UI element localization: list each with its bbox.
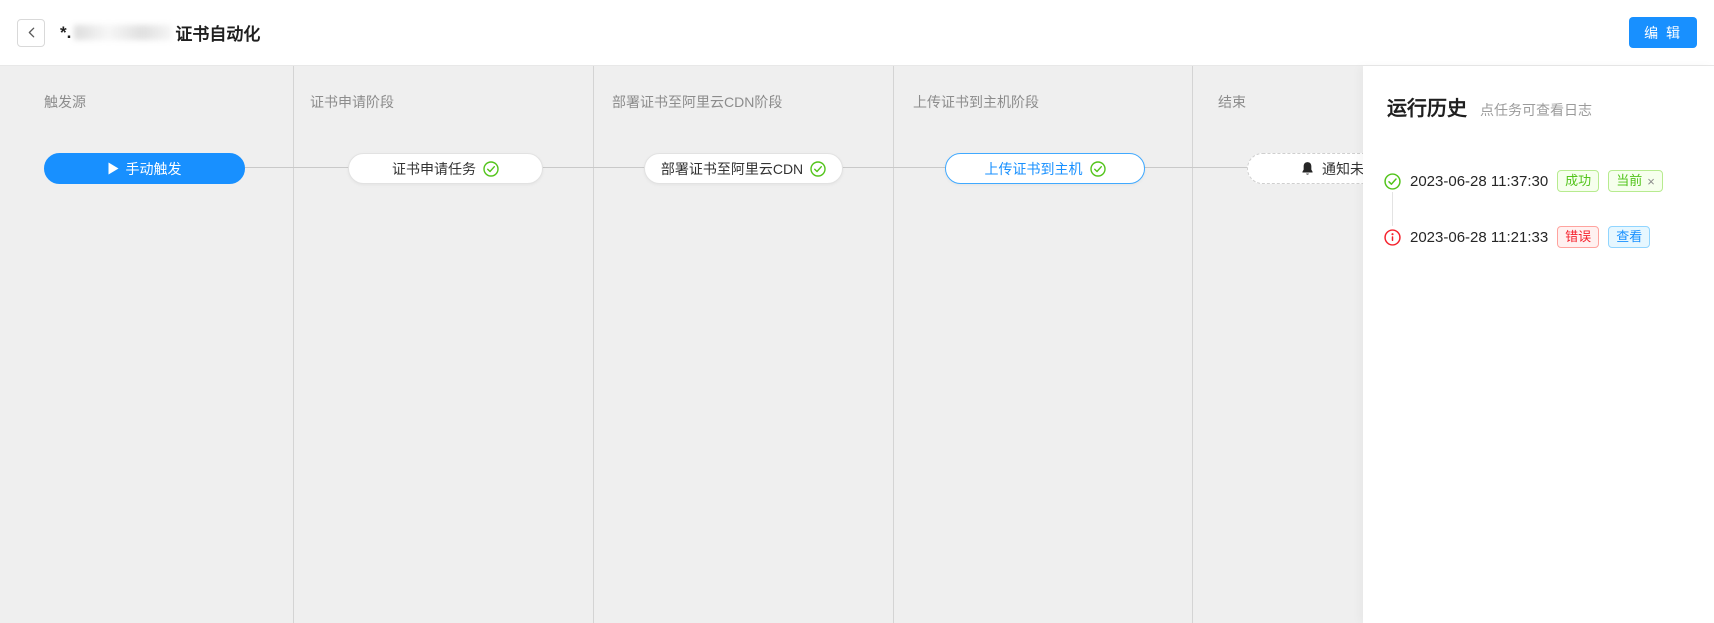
node-label: 部署证书至阿里云CDN [661, 159, 803, 179]
status-badge-error: 错误 [1557, 226, 1599, 248]
column-divider [1192, 66, 1193, 623]
play-icon [108, 162, 119, 175]
column-title-upload-host-stage: 上传证书到主机阶段 [913, 92, 1039, 112]
edit-button[interactable]: 编 辑 [1629, 17, 1697, 48]
history-timestamp: 2023-06-28 11:21:33 [1410, 229, 1548, 246]
node-label: 手动触发 [126, 159, 182, 179]
page-title-prefix: *. [60, 23, 71, 43]
current-run-tag[interactable]: 当前 × [1608, 170, 1663, 192]
current-run-tag-label: 当前 [1616, 172, 1642, 190]
column-title-deploy-cdn-stage: 部署证书至阿里云CDN阶段 [612, 92, 782, 112]
certificate-automation-page: *. 证书自动化 编 辑 触发源 证书申请阶段 部署证书至阿里云CDN阶段 上传… [0, 0, 1714, 623]
check-circle-icon [1384, 173, 1401, 190]
column-title-cert-apply-stage: 证书申请阶段 [310, 92, 394, 112]
column-divider [893, 66, 894, 623]
bell-icon [1300, 161, 1315, 177]
run-history-panel: 运行历史 点任务可查看日志 2023-06-28 11:37:30 成功 当前 … [1363, 66, 1714, 623]
view-log-button[interactable]: 查看 [1608, 226, 1650, 248]
history-entry[interactable]: 2023-06-28 11:21:33 错误 查看 [1384, 226, 1650, 248]
page-header: *. 证书自动化 编 辑 [0, 0, 1714, 66]
back-button[interactable] [17, 19, 45, 47]
history-entry[interactable]: 2023-06-28 11:37:30 成功 当前 × [1384, 170, 1663, 192]
node-upload-host-task[interactable]: 上传证书到主机 [945, 153, 1145, 184]
node-cert-apply-task[interactable]: 证书申请任务 [348, 153, 543, 184]
close-icon[interactable]: × [1647, 175, 1655, 188]
node-manual-trigger[interactable]: 手动触发 [44, 153, 245, 184]
check-circle-icon [483, 161, 499, 177]
column-divider [593, 66, 594, 623]
node-label: 证书申请任务 [392, 159, 476, 179]
timeline-connector [1392, 192, 1393, 226]
chevron-left-icon [25, 26, 38, 39]
column-title-end: 结束 [1218, 92, 1246, 112]
workflow-board: 触发源 证书申请阶段 部署证书至阿里云CDN阶段 上传证书到主机阶段 结束 手动… [0, 66, 1714, 623]
error-circle-icon [1384, 229, 1401, 246]
node-deploy-cdn-task[interactable]: 部署证书至阿里云CDN [644, 153, 843, 184]
run-history-header: 运行历史 点任务可查看日志 [1387, 92, 1592, 121]
column-divider [293, 66, 294, 623]
title-redacted-segment [74, 25, 172, 40]
page-title-suffix: 证书自动化 [175, 20, 260, 45]
history-timestamp: 2023-06-28 11:37:30 [1410, 173, 1548, 190]
node-label: 通知未 [1322, 159, 1364, 179]
run-history-subtitle: 点任务可查看日志 [1480, 100, 1592, 120]
status-badge-success: 成功 [1557, 170, 1599, 192]
check-circle-icon [1090, 161, 1106, 177]
run-history-title: 运行历史 [1387, 92, 1467, 121]
check-circle-icon [810, 161, 826, 177]
node-label: 上传证书到主机 [985, 159, 1083, 179]
page-title: *. 证书自动化 [60, 20, 260, 45]
column-title-trigger-source: 触发源 [44, 92, 86, 112]
